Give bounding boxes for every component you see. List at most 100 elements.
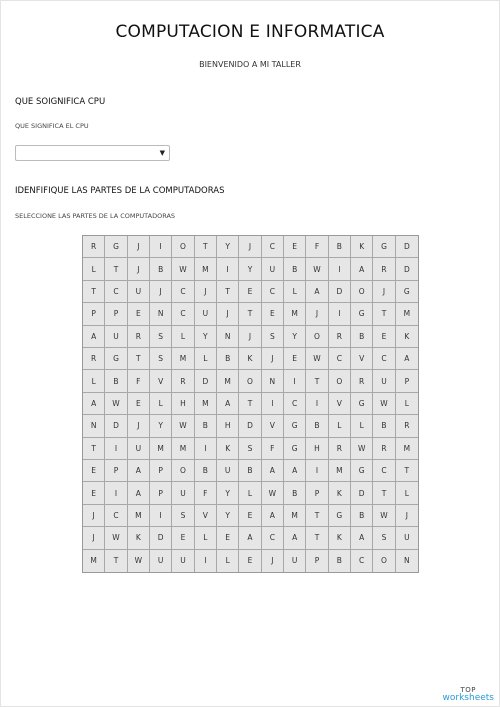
grid-cell[interactable]: Y	[194, 325, 217, 348]
grid-cell[interactable]: P	[150, 482, 173, 505]
grid-cell[interactable]: P	[150, 459, 173, 483]
grid-cell[interactable]: W	[373, 392, 396, 416]
grid-cell[interactable]: I	[194, 437, 217, 460]
grid-cell[interactable]: G	[351, 303, 374, 326]
grid-cell[interactable]: L	[351, 415, 374, 438]
grid-cell[interactable]: S	[150, 347, 173, 371]
grid-cell[interactable]: N	[261, 370, 284, 393]
grid-cell[interactable]: N	[83, 415, 106, 438]
grid-cell[interactable]: K	[351, 236, 374, 259]
grid-cell[interactable]: S	[239, 437, 262, 460]
grid-cell[interactable]: T	[373, 303, 396, 326]
grid-cell[interactable]: C	[284, 392, 307, 416]
grid-cell[interactable]: Y	[217, 236, 240, 259]
grid-cell[interactable]: R	[395, 415, 418, 438]
grid-cell[interactable]: D	[395, 236, 418, 259]
grid-cell[interactable]: T	[373, 482, 396, 505]
grid-cell[interactable]: F	[127, 370, 150, 393]
grid-cell[interactable]: A	[217, 392, 240, 416]
grid-cell[interactable]: A	[83, 392, 106, 416]
grid-cell[interactable]: T	[217, 280, 240, 304]
grid-cell[interactable]: B	[329, 549, 351, 572]
grid-cell[interactable]: Y	[239, 258, 262, 281]
grid-cell[interactable]: R	[83, 347, 106, 371]
grid-cell[interactable]: U	[150, 549, 173, 572]
grid-cell[interactable]: E	[239, 280, 262, 304]
grid-cell[interactable]: K	[217, 437, 240, 460]
grid-cell[interactable]: I	[217, 258, 240, 281]
grid-cell[interactable]: J	[194, 280, 217, 304]
grid-cell[interactable]: U	[172, 549, 195, 572]
grid-cell[interactable]: P	[395, 370, 418, 393]
grid-cell[interactable]: C	[172, 303, 195, 326]
grid-cell[interactable]: M	[284, 303, 307, 326]
grid-cell[interactable]: R	[328, 325, 351, 348]
grid-cell[interactable]: B	[373, 415, 396, 438]
grid-cell[interactable]: I	[150, 504, 173, 528]
grid-cell[interactable]: L	[194, 347, 217, 371]
grid-cell[interactable]: S	[373, 527, 396, 550]
grid-cell[interactable]: G	[351, 459, 374, 483]
grid-cell[interactable]: I	[150, 236, 173, 259]
grid-cell[interactable]: T	[83, 280, 106, 304]
grid-cell[interactable]: K	[328, 482, 351, 505]
grid-cell[interactable]: L	[395, 393, 418, 416]
grid-cell[interactable]: L	[194, 527, 217, 550]
grid-cell[interactable]: J	[150, 280, 173, 304]
grid-cell[interactable]: C	[105, 280, 128, 304]
grid-cell[interactable]: J	[262, 549, 284, 572]
grid-cell[interactable]: E	[83, 459, 106, 483]
grid-cell[interactable]: C	[373, 347, 396, 371]
grid-cell[interactable]: P	[306, 482, 329, 505]
grid-cell[interactable]: G	[373, 236, 396, 259]
grid-cell[interactable]: V	[328, 392, 351, 416]
grid-cell[interactable]: G	[351, 392, 374, 416]
grid-cell[interactable]: W	[306, 347, 329, 371]
grid-cell[interactable]: B	[105, 370, 128, 393]
grid-cell[interactable]: M	[83, 549, 106, 572]
grid-cell[interactable]: J	[395, 505, 418, 528]
grid-cell[interactable]: O	[239, 370, 262, 393]
answer-dropdown[interactable]: ▼	[15, 145, 170, 161]
grid-cell[interactable]: V	[194, 504, 217, 528]
grid-cell[interactable]: B	[239, 459, 262, 483]
grid-cell[interactable]: S	[261, 325, 284, 348]
grid-cell[interactable]: W	[105, 392, 128, 416]
grid-cell[interactable]: W	[172, 258, 195, 281]
grid-cell[interactable]: F	[194, 482, 217, 505]
grid-cell[interactable]: J	[261, 347, 284, 371]
grid-cell[interactable]: T	[306, 504, 329, 528]
grid-cell[interactable]: H	[306, 437, 329, 460]
grid-cell[interactable]: L	[172, 325, 195, 348]
grid-cell[interactable]: P	[306, 549, 329, 572]
grid-cell[interactable]: D	[105, 415, 128, 438]
grid-cell[interactable]: E	[261, 303, 284, 326]
grid-cell[interactable]: H	[172, 392, 195, 416]
grid-cell[interactable]: E	[284, 236, 307, 259]
grid-cell[interactable]: F	[261, 437, 284, 460]
grid-cell[interactable]: T	[306, 370, 329, 393]
grid-cell[interactable]: D	[194, 370, 217, 393]
grid-cell[interactable]: T	[127, 347, 150, 371]
grid-cell[interactable]: A	[127, 482, 150, 505]
grid-cell[interactable]: U	[127, 280, 150, 304]
grid-cell[interactable]: T	[239, 392, 262, 416]
grid-cell[interactable]: W	[373, 504, 396, 528]
grid-cell[interactable]: C	[261, 280, 284, 304]
grid-cell[interactable]: M	[172, 347, 195, 371]
grid-cell[interactable]: Y	[217, 504, 240, 528]
grid-cell[interactable]: O	[172, 236, 195, 259]
grid-cell[interactable]: A	[351, 258, 374, 281]
grid-cell[interactable]: I	[284, 370, 307, 393]
grid-cell[interactable]: A	[395, 348, 418, 371]
grid-cell[interactable]: M	[150, 437, 173, 460]
grid-cell[interactable]: B	[328, 236, 351, 259]
grid-cell[interactable]: Y	[217, 482, 240, 505]
grid-cell[interactable]: C	[328, 347, 351, 371]
grid-cell[interactable]: E	[83, 482, 106, 505]
grid-cell[interactable]: G	[284, 415, 307, 438]
grid-cell[interactable]: E	[239, 504, 262, 528]
grid-cell[interactable]: K	[328, 527, 351, 550]
grid-cell[interactable]: K	[127, 527, 150, 550]
grid-cell[interactable]: B	[284, 482, 307, 505]
